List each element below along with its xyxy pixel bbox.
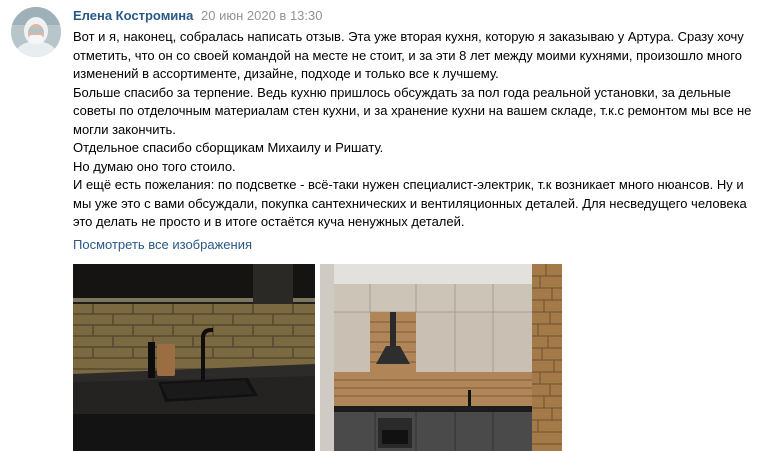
- review-post: Елена Костромина 20 июн 2020 в 13:30 Вот…: [0, 0, 771, 451]
- review-line: Больше спасибо за терпение. Ведь кухню п…: [73, 84, 731, 100]
- kitchen-overview-photo[interactable]: [320, 264, 562, 451]
- review-line: это делать не просто и в итоге остаётся …: [73, 214, 465, 229]
- view-all-images-link[interactable]: Посмотреть все изображения: [73, 236, 252, 253]
- author-avatar[interactable]: [11, 7, 61, 57]
- review-line: Отдельное спасибо сборщикам Михаилу и Ри…: [73, 140, 384, 155]
- post-date[interactable]: 20 июн 2020 в 13:30: [201, 8, 322, 23]
- review-text: Вот и я, наконец, собралась написать отз…: [73, 28, 768, 232]
- review-line: Вот и я, наконец, собралась написать отз…: [73, 29, 744, 44]
- author-name[interactable]: Елена Костромина: [73, 8, 193, 23]
- review-line: отметить, что он со своей командой на ме…: [73, 47, 742, 63]
- post-header: Елена Костромина 20 июн 2020 в 13:30: [73, 7, 322, 24]
- review-line: изменений в ассортименте, дизайне, подхо…: [73, 66, 499, 81]
- review-line: мы уже это с вами обсуждали, покупка сан…: [73, 195, 747, 211]
- review-line: И ещё есть пожелания: по подсветке - всё…: [73, 177, 744, 192]
- review-line: могли закончить.: [73, 121, 176, 137]
- kitchen-sink-photo[interactable]: [73, 264, 315, 451]
- review-line: советы по отделочным материалам стен кух…: [73, 103, 752, 118]
- review-line: Но думаю оно того стоило.: [73, 158, 236, 174]
